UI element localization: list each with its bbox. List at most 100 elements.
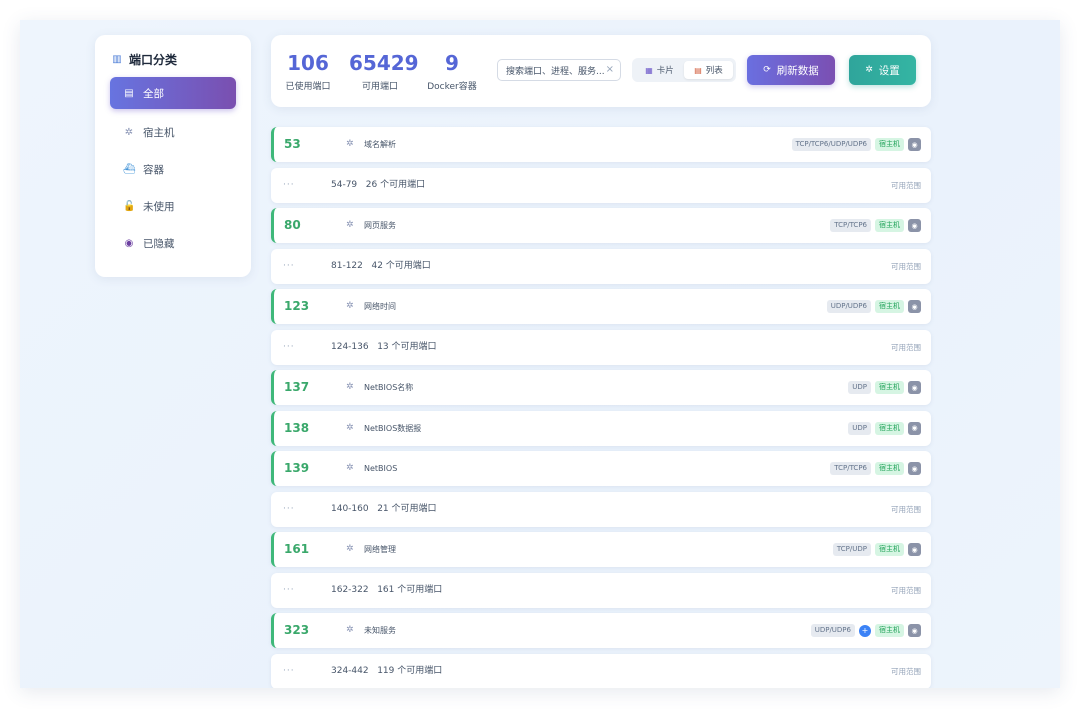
sidebar-item-4[interactable]: ◉ 已隐藏 [110,227,236,259]
sidebar-item-0[interactable]: ▤ 全部 [110,77,236,109]
protocol-badge: UDP/UDP6 [826,300,871,313]
service-name: 域名解析 [364,140,396,149]
clipboard-icon: ▤ [124,87,134,99]
ellipsis-icon: ··· [283,179,295,190]
range-span: 162-322 [331,584,369,595]
range-text: 324-442 119 个可用端口 [331,654,442,689]
sidebar: ▥ 端口分类 ▤ 全部 ✲ 宿主机 ⛴ 容器 🔓 未使用 ◉ 已隐藏 [95,35,251,277]
range-text: 162-322 161 个可用端口 [331,573,442,608]
range-span: 140-160 [331,503,369,514]
port-row[interactable]: 137 ✲ NetBIOS名称 UDP 宿主机 ◉ [271,370,931,405]
protocol-badge: TCP/UDP [832,543,871,556]
app-frame: ▥ 端口分类 ▤ 全部 ✲ 宿主机 ⛴ 容器 🔓 未使用 ◉ 已隐藏 106 已使用端口 6542… [20,20,1060,688]
eye-icon[interactable]: ◉ [908,219,921,232]
port-number: 137 [284,380,310,394]
ellipsis-icon: ··· [283,260,295,271]
range-row[interactable]: ··· 324-442 119 个可用端口 可用范围 [271,653,931,689]
eye-icon: ◉ [124,237,134,249]
eye-icon[interactable]: ◉ [908,543,921,556]
list-icon: ▤ [694,65,702,75]
range-count: 119 个可用端口 [377,665,443,676]
source-badge: 宿主机 [875,300,904,313]
sidebar-item-2[interactable]: ⛴ 容器 [110,153,236,185]
range-span: 324-442 [331,665,369,676]
port-row[interactable]: 161 ✲ 网络管理 TCP/UDP 宿主机 ◉ [271,532,931,567]
settings-button[interactable]: ✲ 设置 [849,55,916,85]
whale-icon: ⛴ [123,163,136,175]
port-row[interactable]: 323 ✲ 未知服务 UDP/UDP6 + 宿主机 ◉ [271,613,931,648]
port-number: 123 [284,299,310,313]
port-row[interactable]: 138 ✲ NetBIOS数据报 UDP 宿主机 ◉ [271,410,931,446]
sidebar-item-1[interactable]: ✲ 宿主机 [110,116,236,148]
gear-icon: ✲ [124,126,134,138]
stat-label: 已使用端口 [285,82,331,92]
port-row[interactable]: 80 ✲ 网页服务 TCP/TCP6 宿主机 ◉ [271,208,931,243]
service-name: NetBIOS [364,464,398,473]
source-badge: 宿主机 [875,462,904,475]
service-name: 网络管理 [364,545,396,554]
range-text: 81-122 42 个可用端口 [331,249,431,284]
view-toggle: ▦ 卡片 ▤ 列表 [632,58,736,82]
row-tags: UDP/UDP6 + 宿主机 ◉ [810,624,921,637]
eye-icon[interactable]: ◉ [908,624,921,637]
gear-icon: ✲ [346,544,354,554]
sidebar-item-label: 宿主机 [143,126,175,139]
stat-value: 9 [445,51,459,75]
eye-icon[interactable]: ◉ [908,138,921,151]
range-row[interactable]: ··· 140-160 21 个可用端口 可用范围 [271,491,931,527]
range-label: 可用范围 [891,504,921,514]
view-list-option[interactable]: ▤ 列表 [684,61,733,79]
source-badge: 宿主机 [875,381,904,394]
plus-icon[interactable]: + [859,624,871,637]
eye-icon[interactable]: ◉ [908,381,921,394]
range-row[interactable]: ··· 162-322 161 个可用端口 可用范围 [271,572,931,608]
refresh-button[interactable]: ⟳ 刷新数据 [747,55,835,85]
range-count: 161 个可用端口 [377,584,443,595]
ellipsis-icon: ··· [283,341,295,352]
port-row[interactable]: 123 ✲ 网络时间 UDP/UDP6 宿主机 ◉ [271,289,931,324]
protocol-badge: UDP [848,421,871,435]
sidebar-item-label: 容器 [143,163,164,176]
source-badge: 宿主机 [875,624,904,637]
clear-icon[interactable]: × [606,64,614,75]
stat-docker-containers: 9 Docker容器 [426,51,478,92]
refresh-label: 刷新数据 [776,64,819,77]
protocol-badge: TCP/TCP6/UDP/UDP6 [791,138,871,151]
search-input[interactable]: 搜索端口、进程、服务... × [497,59,621,81]
service-name: 网页服务 [364,221,396,230]
ellipsis-icon: ··· [283,503,295,514]
eye-icon[interactable]: ◉ [908,462,921,475]
row-tags: TCP/TCP6 宿主机 ◉ [830,462,921,475]
source-badge: 宿主机 [875,543,904,556]
bar-chart-icon: ▥ [112,54,122,65]
view-card-label: 卡片 [656,66,674,76]
range-row[interactable]: ··· 81-122 42 个可用端口 可用范围 [271,248,931,284]
unlock-icon: 🔓 [123,200,136,212]
header: 106 已使用端口 65429 可用端口 9 Docker容器 搜索端口、进程、… [271,35,931,107]
gear-icon: ✲ [346,220,354,230]
protocol-badge: TCP/TCP6 [830,219,871,232]
range-row[interactable]: ··· 124-136 13 个可用端口 可用范围 [271,329,931,365]
port-row[interactable]: 139 ✲ NetBIOS TCP/TCP6 宿主机 ◉ [271,451,931,486]
sidebar-title-label: 端口分类 [129,53,178,67]
refresh-icon: ⟳ [763,65,771,75]
gear-icon: ✲ [346,625,354,635]
eye-icon[interactable]: ◉ [908,421,921,435]
range-span: 81-122 [331,260,363,271]
sidebar-item-label: 未使用 [143,200,175,213]
port-number: 161 [284,542,310,556]
row-tags: UDP 宿主机 ◉ [848,381,921,394]
protocol-badge: TCP/TCP6 [830,462,871,475]
stat-label: Docker容器 [427,82,477,92]
port-number: 53 [284,137,301,151]
range-count: 21 个可用端口 [377,503,437,514]
range-row[interactable]: ··· 54-79 26 个可用端口 可用范围 [271,167,931,203]
port-row[interactable]: 53 ✲ 域名解析 TCP/TCP6/UDP/UDP6 宿主机 ◉ [271,127,931,162]
stat-value: 65429 [349,51,419,75]
row-tags: UDP 宿主机 ◉ [848,421,921,435]
view-card-option[interactable]: ▦ 卡片 [635,61,684,79]
eye-icon[interactable]: ◉ [908,300,921,313]
sidebar-item-3[interactable]: 🔓 未使用 [110,190,236,222]
range-span: 124-136 [331,341,369,352]
source-badge: 宿主机 [875,219,904,232]
